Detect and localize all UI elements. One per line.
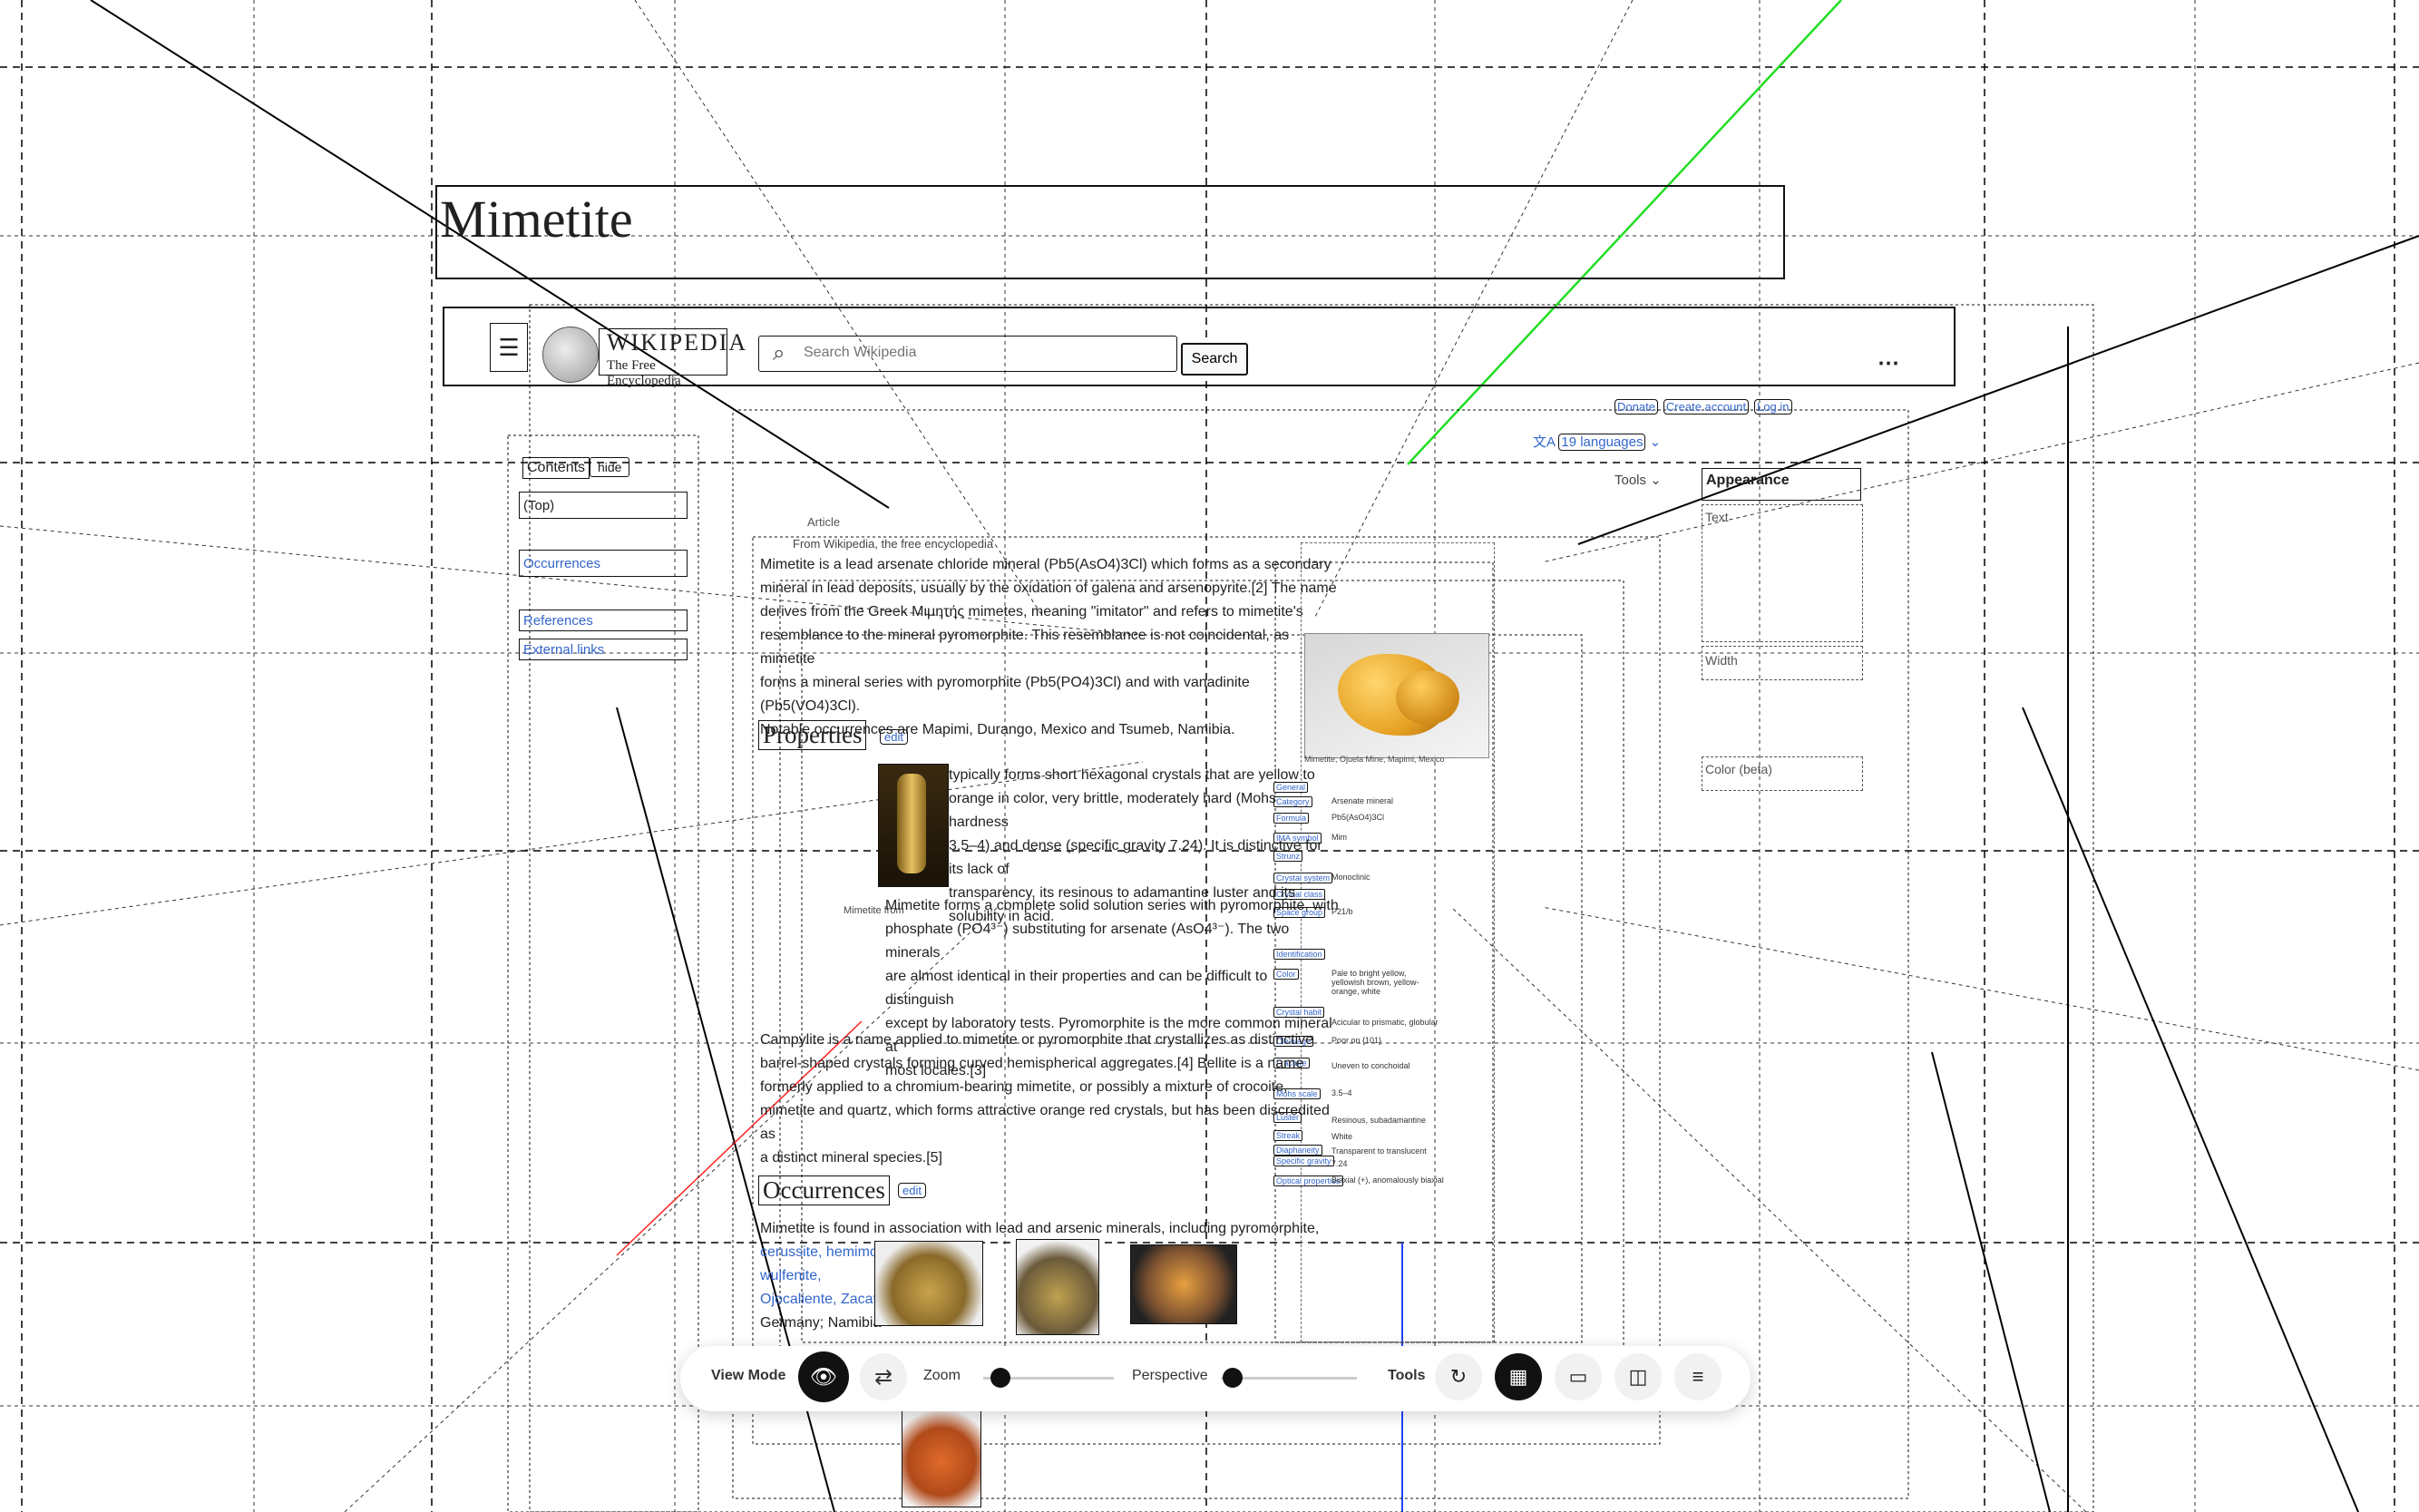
infobox-value: Uneven to conchoidal bbox=[1331, 1061, 1410, 1070]
donate-link[interactable]: Donate bbox=[1614, 399, 1658, 415]
infobox-value: Poor on {101} bbox=[1331, 1036, 1382, 1045]
view-mode-button[interactable]: 👁 bbox=[798, 1351, 849, 1402]
intro-line: derives from the Greek Μιμητής mimetes, … bbox=[760, 604, 1303, 619]
campylite-line: Campylite is a name applied to mimetite … bbox=[760, 1032, 1314, 1048]
language-count: 19 languages bbox=[1558, 434, 1646, 451]
infobox-value: Pale to bright yellow, yellowish brown, … bbox=[1331, 969, 1419, 996]
properties-line: 3.5–4) and dense (specific gravity 7.24)… bbox=[949, 838, 1322, 877]
reset-button[interactable]: ↻ bbox=[1435, 1353, 1482, 1400]
tools-label: Tools bbox=[1388, 1368, 1426, 1383]
campylite-line: mimetite and quartz, which forms attract… bbox=[760, 1103, 1330, 1142]
swap-view-button[interactable]: ⇄ bbox=[860, 1353, 907, 1400]
perspective-label: Perspective bbox=[1132, 1368, 1208, 1383]
hamburger-icon: ☰ bbox=[498, 333, 520, 361]
main-menu-button[interactable]: ☰ bbox=[490, 323, 528, 372]
section-heading-occurrences: Occurrences bbox=[758, 1175, 890, 1205]
tools-dropdown[interactable]: Tools ⌄ bbox=[1614, 472, 1662, 488]
wordmark-title: WIKIPEDIA bbox=[607, 329, 748, 356]
caption-icon: ▭ bbox=[1568, 1365, 1588, 1388]
outline-list-icon: ≡ bbox=[1692, 1365, 1704, 1388]
log-in-link[interactable]: Log in bbox=[1754, 399, 1792, 415]
properties-line: typically forms short hexagonal crystals… bbox=[949, 767, 1315, 783]
perspective-slider-handle[interactable] bbox=[1223, 1368, 1243, 1388]
occurrences-line: Mimetite is found in association with le… bbox=[760, 1221, 1320, 1236]
color-options bbox=[1702, 756, 1863, 791]
translate-icon: 文A bbox=[1533, 434, 1556, 450]
gallery-image-4[interactable] bbox=[902, 1406, 981, 1507]
infobox-value: White bbox=[1331, 1132, 1353, 1141]
infobox-value: Acicular to prismatic, globular bbox=[1331, 1018, 1439, 1027]
toc-hide-button[interactable]: hide bbox=[590, 457, 630, 477]
split-view-button[interactable]: ◫ bbox=[1614, 1353, 1662, 1400]
more-options-icon[interactable]: ⋯ bbox=[1878, 350, 1899, 376]
appearance-heading: Appearance bbox=[1702, 468, 1861, 501]
properties-line: orange in color, very brittle, moderatel… bbox=[949, 791, 1277, 830]
split-view-icon: ◫ bbox=[1628, 1365, 1648, 1388]
intro-paragraph: Mimetite is a lead arsenate chloride min… bbox=[760, 553, 1341, 742]
article-tagline: From Wikipedia, the free encyclopedia bbox=[793, 537, 994, 551]
zoom-label: Zoom bbox=[923, 1368, 961, 1383]
infobox-value: Biaxial (+), anomalously biaxial bbox=[1331, 1175, 1444, 1185]
user-links: Donate Create account Log in bbox=[1614, 399, 1792, 415]
infobox-value: Resinous, subadamantine bbox=[1331, 1116, 1427, 1125]
chevron-down-icon: ⌄ bbox=[1649, 434, 1662, 450]
gallery-image-3[interactable] bbox=[1130, 1244, 1237, 1324]
intro-line: mineral in lead deposits, usually by the… bbox=[760, 580, 1337, 596]
grid-icon: ▦ bbox=[1508, 1365, 1528, 1388]
infobox-value: Transparent to translucent bbox=[1331, 1146, 1427, 1156]
width-options bbox=[1702, 646, 1863, 680]
solid-solution-line: phosphate (PO4³⁻) substituting for arsen… bbox=[885, 922, 1290, 961]
solid-solution-line: are almost identical in their properties… bbox=[885, 969, 1268, 1008]
infobox-caption: Mimetite, Ojuela Mine, Mapimi, Mexico bbox=[1304, 755, 1445, 764]
wikipedia-globe-logo[interactable] bbox=[542, 327, 599, 383]
language-button[interactable]: 文A 19 languages ⌄ bbox=[1533, 432, 1661, 451]
gallery-image-1[interactable] bbox=[874, 1241, 983, 1326]
intro-line: Mimetite is a lead arsenate chloride min… bbox=[760, 557, 1331, 572]
infobox-value: Monoclinic bbox=[1331, 873, 1370, 882]
infobox-value: Pb5(AsO4)3Cl bbox=[1331, 813, 1385, 822]
intro-line: resemblance to the mineral pyromorphite.… bbox=[760, 628, 1290, 667]
search-button[interactable]: Search bbox=[1181, 343, 1248, 376]
zoom-slider-handle[interactable] bbox=[990, 1368, 1010, 1388]
solid-solution-line: Mimetite forms a complete solid solution… bbox=[885, 898, 1339, 913]
toc-item-external-links[interactable]: External links bbox=[519, 639, 688, 660]
chevron-down-icon: ⌄ bbox=[1650, 473, 1662, 488]
caption-button[interactable]: ▭ bbox=[1555, 1353, 1602, 1400]
infobox-value: 3.5–4 bbox=[1331, 1088, 1352, 1097]
rotate-icon: ↻ bbox=[1449, 1365, 1468, 1388]
campylite-line: a distinct mineral species.[5] bbox=[760, 1150, 942, 1166]
infobox-value: Mim bbox=[1331, 833, 1347, 842]
wordmark-tagline: The Free Encyclopedia bbox=[607, 358, 681, 388]
campylite-line: barrel-shaped crystals forming curved he… bbox=[760, 1056, 1304, 1071]
create-account-link[interactable]: Create account bbox=[1663, 399, 1750, 415]
campylite-paragraph: Campylite is a name applied to mimetite … bbox=[760, 1029, 1331, 1170]
title-frame bbox=[435, 185, 1785, 279]
gallery-image-2[interactable] bbox=[1016, 1239, 1099, 1335]
edit-occurrences-link[interactable]: edit bbox=[898, 1183, 926, 1198]
text-options bbox=[1702, 504, 1863, 642]
toc-item-references[interactable]: References bbox=[519, 610, 688, 631]
intro-line: forms a mineral series with pyromorphite… bbox=[760, 675, 1250, 714]
eye-icon: 👁 bbox=[809, 1364, 838, 1390]
campylite-line: formerly applied to a chromium-bearing m… bbox=[760, 1079, 1288, 1095]
wikipedia-wordmark[interactable]: WIKIPEDIA The Free Encyclopedia bbox=[599, 328, 746, 388]
view-mode-label: View Mode bbox=[711, 1368, 786, 1383]
tab-article[interactable]: Article bbox=[807, 515, 840, 529]
mimetite-crystal-image[interactable] bbox=[878, 764, 949, 887]
grid-toggle-button[interactable]: ▦ bbox=[1495, 1353, 1542, 1400]
search-icon: ⌕ bbox=[773, 341, 785, 366]
section-heading-properties: Properties bbox=[758, 720, 867, 750]
search-input[interactable] bbox=[802, 337, 1150, 368]
infobox-value: Arsenate mineral bbox=[1331, 796, 1394, 805]
toc-item-occurrences[interactable]: Occurrences bbox=[519, 550, 688, 577]
outline-button[interactable]: ≡ bbox=[1674, 1353, 1722, 1400]
tools-label: Tools bbox=[1614, 473, 1647, 488]
toc-item-top[interactable]: (Top) bbox=[519, 492, 688, 519]
page-title: Mimetite bbox=[440, 190, 633, 249]
infobox-value: 7.24 bbox=[1331, 1159, 1348, 1168]
edit-properties-link[interactable]: edit bbox=[880, 729, 908, 745]
toc-title: Contents bbox=[522, 457, 590, 479]
crystal-shape bbox=[897, 774, 926, 873]
swap-arrows-icon: ⇄ bbox=[873, 1364, 893, 1390]
